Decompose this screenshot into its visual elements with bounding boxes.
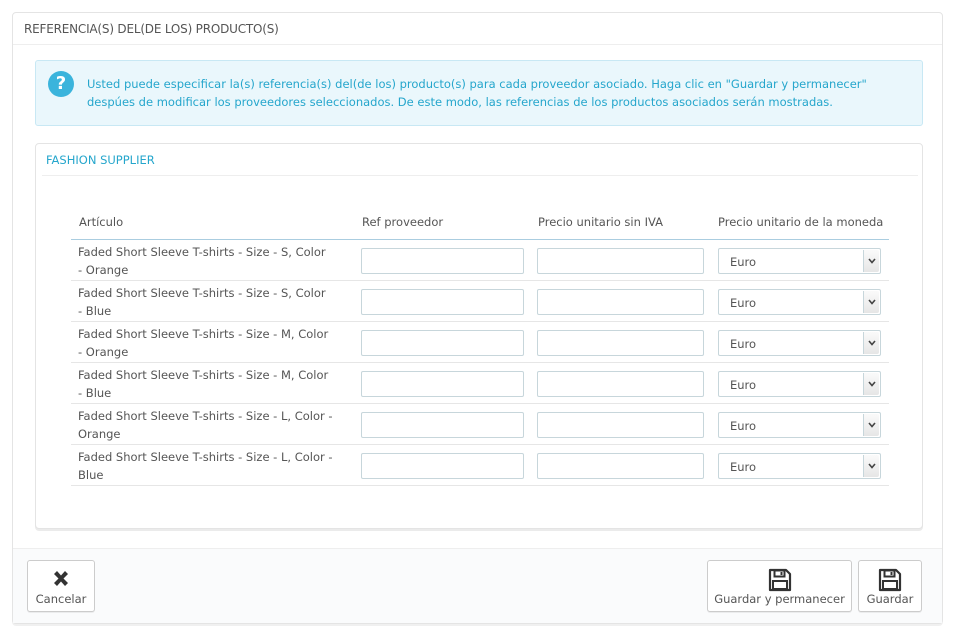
chevron-down-icon <box>863 291 879 313</box>
product-combination-label: Faded Short Sleeve T-shirts - Size - S, … <box>78 286 326 318</box>
currency-select-value: Euro <box>730 255 757 269</box>
currency-select-value: Euro <box>730 296 757 310</box>
supplier-reference-input[interactable] <box>361 412 524 438</box>
product-combination-label: Faded Short Sleeve T-shirts - Size - M, … <box>78 327 329 359</box>
save-and-stay-button[interactable]: Guardar y permanecer <box>707 560 852 612</box>
product-combination-label: Faded Short Sleeve T-shirts - Size - L, … <box>78 450 333 482</box>
supplier-reference-input[interactable] <box>361 330 524 356</box>
unit-price-input[interactable] <box>537 248 704 274</box>
chevron-down-icon <box>863 373 879 395</box>
unit-price-input[interactable] <box>537 330 704 356</box>
currency-select[interactable]: Euro <box>718 371 881 397</box>
currency-select-value: Euro <box>730 378 757 392</box>
currency-select[interactable]: Euro <box>718 289 881 315</box>
supplier-name: FASHION SUPPLIER <box>42 144 918 176</box>
question-icon: ? <box>48 71 74 97</box>
currency-select[interactable]: Euro <box>718 248 881 274</box>
currency-select[interactable]: Euro <box>718 453 881 479</box>
close-icon <box>54 571 68 586</box>
unit-price-input[interactable] <box>537 289 704 315</box>
unit-price-input[interactable] <box>537 412 704 438</box>
currency-select[interactable]: Euro <box>718 412 881 438</box>
table-row: Faded Short Sleeve T-shirts - Size - M, … <box>71 322 889 363</box>
currency-select-value: Euro <box>730 419 757 433</box>
product-combination-label: Faded Short Sleeve T-shirts - Size - S, … <box>78 245 326 277</box>
product-combination-label: Faded Short Sleeve T-shirts - Size - L, … <box>78 409 333 441</box>
save-button[interactable]: Guardar <box>858 560 922 612</box>
chevron-down-icon <box>863 332 879 354</box>
chevron-down-icon <box>863 414 879 436</box>
product-references-panel: REFERENCIA(S) DEL(DE LOS) PRODUCTO(S) ? … <box>12 12 943 624</box>
column-header-article: Artículo <box>79 215 124 229</box>
panel-footer: Cancelar Guardar y permanecer Guardar <box>13 548 942 623</box>
table-row: Faded Short Sleeve T-shirts - Size - S, … <box>71 240 889 281</box>
cancel-button[interactable]: Cancelar <box>27 560 95 612</box>
cancel-button-label: Cancelar <box>35 592 87 606</box>
supplier-reference-input[interactable] <box>361 371 524 397</box>
save-icon <box>768 568 791 592</box>
save-icon <box>878 568 902 592</box>
table-row: Faded Short Sleeve T-shirts - Size - S, … <box>71 281 889 322</box>
panel-title: REFERENCIA(S) DEL(DE LOS) PRODUCTO(S) <box>13 13 942 45</box>
save-button-label: Guardar <box>866 592 914 606</box>
supplier-reference-input[interactable] <box>361 248 524 274</box>
supplier-reference-input[interactable] <box>361 453 524 479</box>
currency-select[interactable]: Euro <box>718 330 881 356</box>
table-row: Faded Short Sleeve T-shirts - Size - L, … <box>71 404 889 445</box>
supplier-reference-input[interactable] <box>361 289 524 315</box>
product-combination-label: Faded Short Sleeve T-shirts - Size - M, … <box>78 368 329 400</box>
save-and-stay-button-label: Guardar y permanecer <box>714 592 845 606</box>
alert-text: Usted puede especificar la(s) referencia… <box>87 77 867 109</box>
currency-select-value: Euro <box>730 337 757 351</box>
table-row: Faded Short Sleeve T-shirts - Size - M, … <box>71 363 889 404</box>
unit-price-input[interactable] <box>537 371 704 397</box>
chevron-down-icon <box>863 250 879 272</box>
column-header-ref: Ref proveedor <box>362 215 444 229</box>
table-row: Faded Short Sleeve T-shirts - Size - L, … <box>71 445 889 486</box>
column-header-currency: Precio unitario de la moneda <box>718 215 884 229</box>
unit-price-input[interactable] <box>537 453 704 479</box>
currency-select-value: Euro <box>730 460 757 474</box>
info-alert: ? Usted puede especificar la(s) referenc… <box>35 60 923 126</box>
chevron-down-icon <box>863 455 879 477</box>
supplier-panel: FASHION SUPPLIER Artículo Ref proveedor … <box>35 143 923 529</box>
column-header-price: Precio unitario sin IVA <box>538 215 663 229</box>
